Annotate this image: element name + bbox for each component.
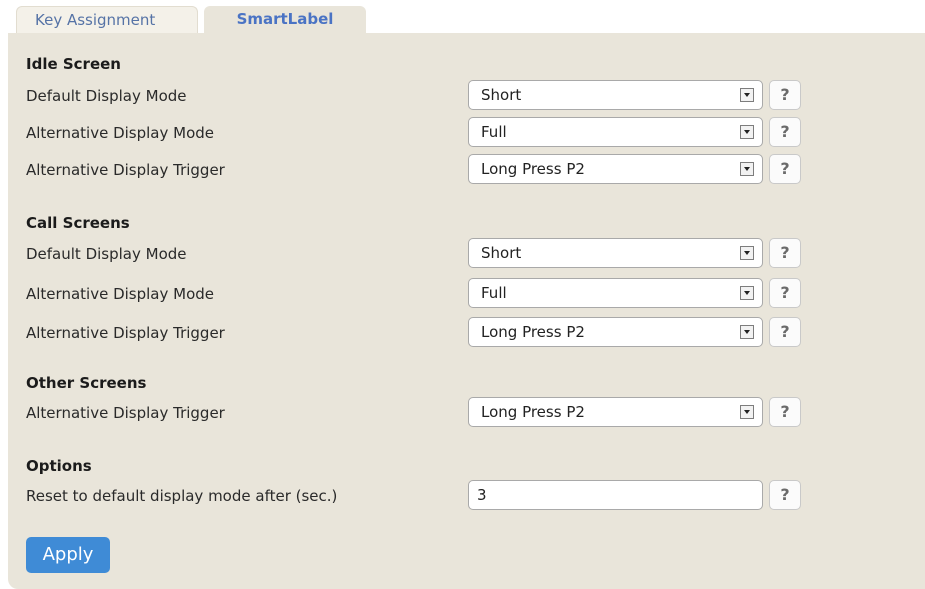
select-value: Short xyxy=(481,244,522,262)
call-alternative-display-trigger-label: Alternative Display Trigger xyxy=(26,324,225,342)
idle-alternative-display-mode-select[interactable]: Full xyxy=(468,117,763,147)
call-default-display-mode-label: Default Display Mode xyxy=(26,245,187,263)
tab-smartlabel[interactable]: SmartLabel xyxy=(204,6,366,33)
select-value: Short xyxy=(481,86,522,104)
help-button[interactable]: ? xyxy=(769,154,801,184)
help-button[interactable]: ? xyxy=(769,80,801,110)
select-value: Long Press P2 xyxy=(481,160,585,178)
chevron-down-icon[interactable] xyxy=(740,405,754,419)
call-alternative-display-mode-select[interactable]: Full xyxy=(468,278,763,308)
chevron-down-icon[interactable] xyxy=(740,286,754,300)
chevron-down-icon[interactable] xyxy=(740,88,754,102)
chevron-down-icon[interactable] xyxy=(740,162,754,176)
idle-default-display-mode-label: Default Display Mode xyxy=(26,87,187,105)
call-default-display-mode-select[interactable]: Short xyxy=(468,238,763,268)
select-value: Long Press P2 xyxy=(481,323,585,341)
reset-timeout-input[interactable]: 3 xyxy=(468,480,763,510)
section-title-options: Options xyxy=(26,457,92,475)
idle-alternative-display-trigger-label: Alternative Display Trigger xyxy=(26,161,225,179)
section-title-idle-screen: Idle Screen xyxy=(26,55,121,73)
idle-alternative-display-trigger-select[interactable]: Long Press P2 xyxy=(468,154,763,184)
select-value: Long Press P2 xyxy=(481,403,585,421)
section-title-other-screens: Other Screens xyxy=(26,374,147,392)
other-alternative-display-trigger-label: Alternative Display Trigger xyxy=(26,404,225,422)
idle-alternative-display-mode-label: Alternative Display Mode xyxy=(26,124,214,142)
apply-button[interactable]: Apply xyxy=(26,537,110,573)
tab-bar: Key Assignment SmartLabel xyxy=(8,0,925,33)
help-button[interactable]: ? xyxy=(769,397,801,427)
select-value: Full xyxy=(481,284,507,302)
help-button[interactable]: ? xyxy=(769,278,801,308)
idle-default-display-mode-select[interactable]: Short xyxy=(468,80,763,110)
chevron-down-icon[interactable] xyxy=(740,125,754,139)
call-alternative-display-mode-label: Alternative Display Mode xyxy=(26,285,214,303)
select-value: Full xyxy=(481,123,507,141)
help-button[interactable]: ? xyxy=(769,117,801,147)
chevron-down-icon[interactable] xyxy=(740,325,754,339)
help-button[interactable]: ? xyxy=(769,480,801,510)
help-button[interactable]: ? xyxy=(769,317,801,347)
reset-timeout-label: Reset to default display mode after (sec… xyxy=(26,487,338,505)
other-alternative-display-trigger-select[interactable]: Long Press P2 xyxy=(468,397,763,427)
call-alternative-display-trigger-select[interactable]: Long Press P2 xyxy=(468,317,763,347)
tab-key-assignment[interactable]: Key Assignment xyxy=(16,6,198,33)
chevron-down-icon[interactable] xyxy=(740,246,754,260)
section-title-call-screens: Call Screens xyxy=(26,214,130,232)
help-button[interactable]: ? xyxy=(769,238,801,268)
